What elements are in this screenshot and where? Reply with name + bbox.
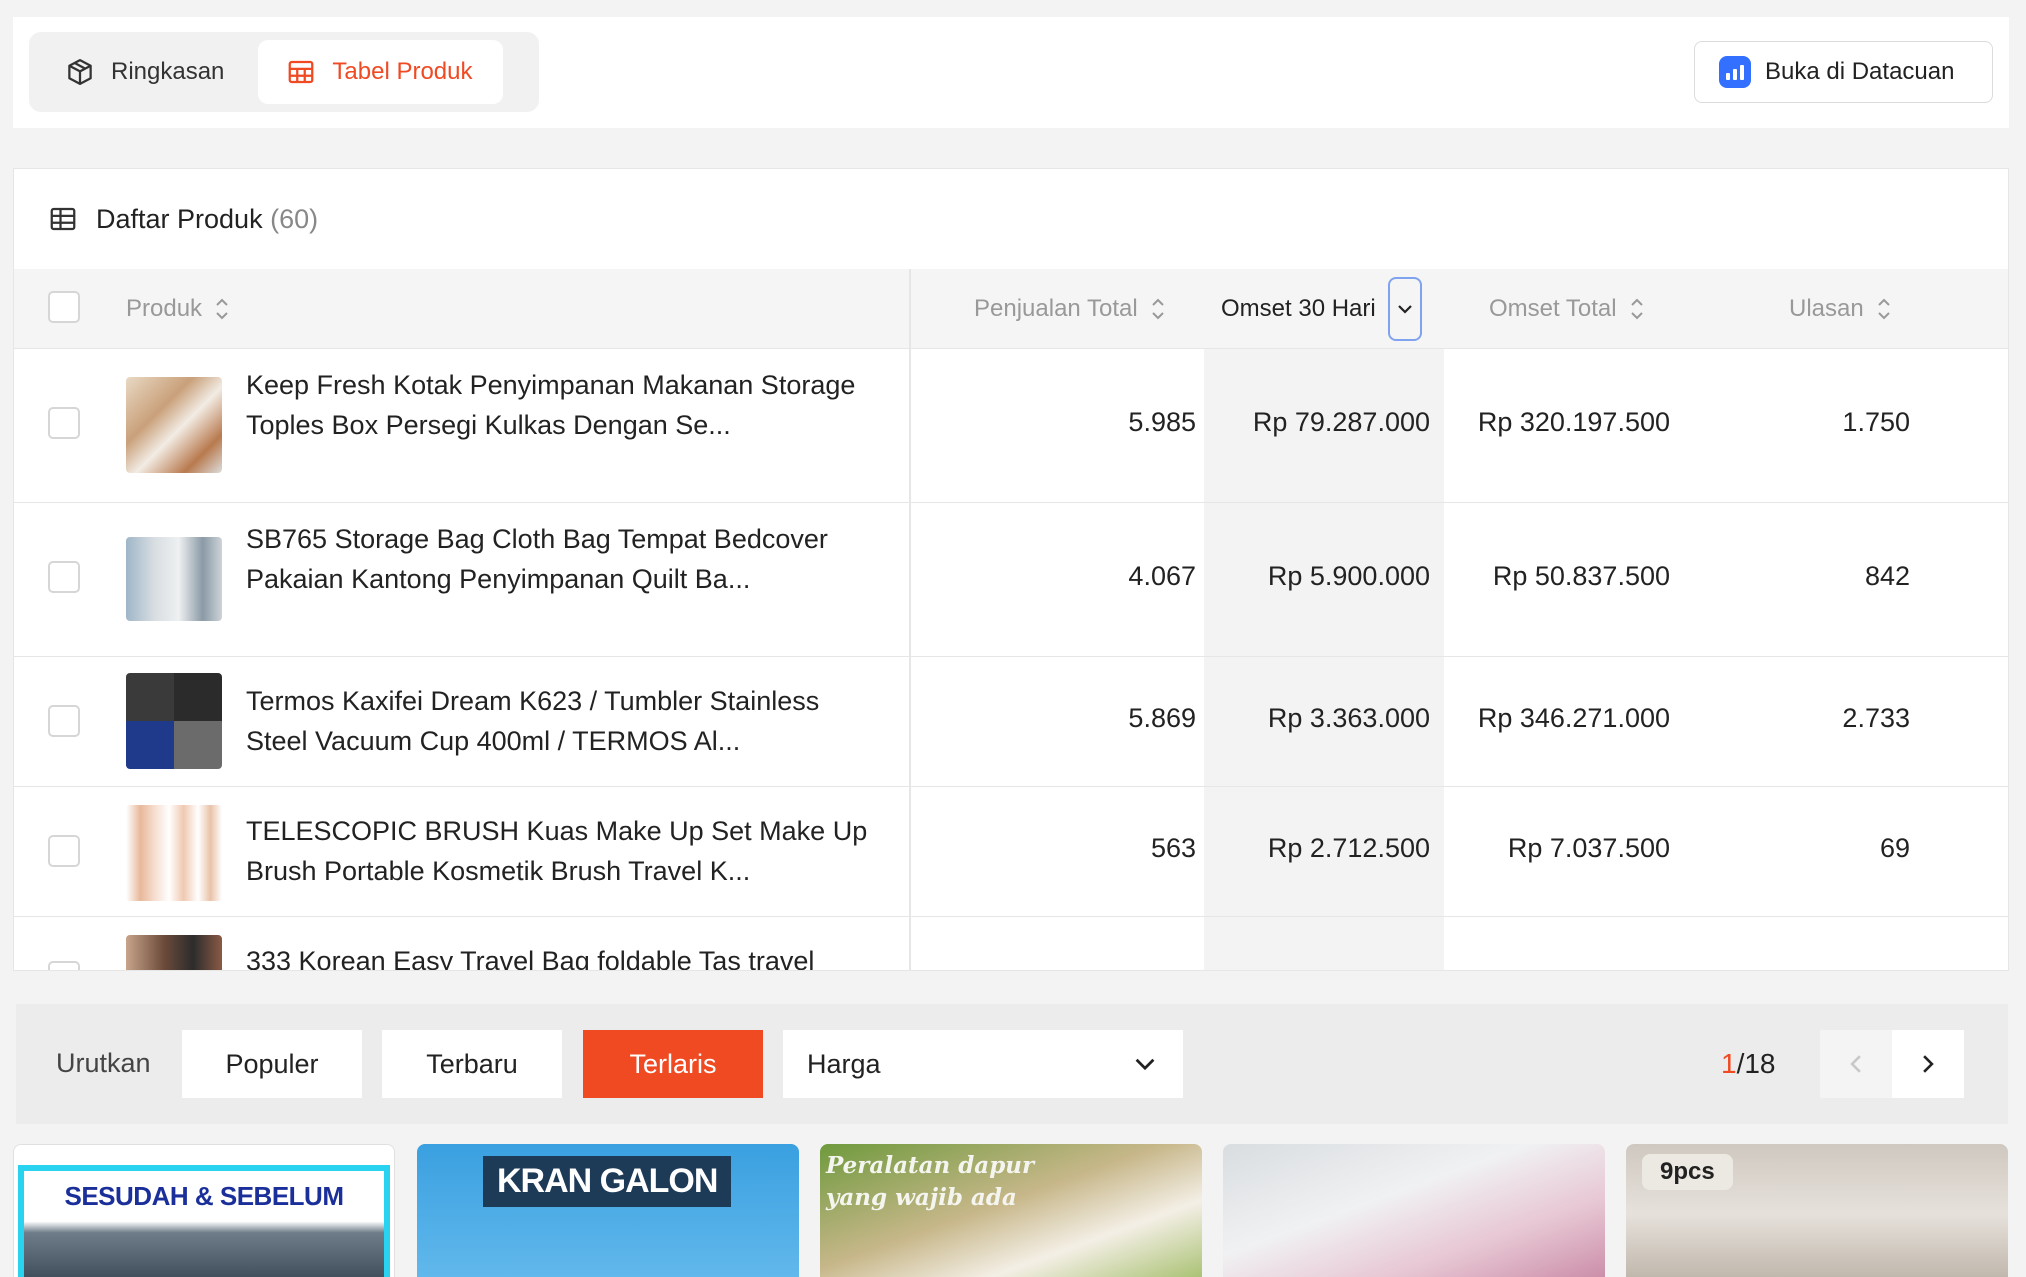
table-row[interactable]: Keep Fresh Kotak Penyimpanan Makanan Sto… (14, 349, 2008, 503)
card-caption: Peralatan dapur yang wajib ada (826, 1152, 1035, 1211)
price-sort-label: Harga (807, 1048, 881, 1079)
reviews-value: 842 (1864, 561, 1910, 591)
product-name[interactable]: Keep Fresh Kotak Penyimpanan Makanan Sto… (246, 365, 886, 445)
sort-populer-button[interactable]: Populer (182, 1030, 362, 1098)
product-table-panel: Daftar Produk (60) Produk Penjualan Tota… (13, 168, 2009, 971)
card-caption: 9pcs (1642, 1154, 1733, 1190)
total-sales-value: 4.067 (1128, 561, 1196, 591)
sort-icon (1627, 294, 1647, 324)
card-caption: KRAN GALON (483, 1156, 732, 1207)
revenue-30d-value: Rp 5.900.000 (1267, 561, 1430, 591)
product-card[interactable]: SESUDAH & SEBELUM (13, 1144, 395, 1277)
chevron-left-icon (1850, 1055, 1861, 1073)
sort-icon (212, 294, 232, 324)
product-card[interactable]: KRAN GALON (417, 1144, 799, 1277)
total-pages: /18 (1736, 1048, 1776, 1079)
row-checkbox[interactable] (48, 705, 80, 737)
total-sales-value: 5.869 (1128, 703, 1196, 733)
page-indicator: 1/18 (1721, 1048, 1776, 1080)
tab-ringkasan[interactable]: Ringkasan (37, 40, 254, 104)
total-revenue-value: Rp 346.271.000 (1477, 703, 1670, 733)
select-all-checkbox[interactable] (48, 291, 80, 323)
col-omset-30-hari-label: Omset 30 Hari (1221, 295, 1376, 322)
product-card[interactable] (1223, 1144, 1605, 1277)
col-penjualan-total[interactable]: Penjualan Total (974, 269, 1168, 349)
chevron-down-icon (1135, 1058, 1155, 1071)
col-omset-total[interactable]: Omset Total (1489, 269, 1647, 349)
product-thumbnail[interactable] (126, 805, 222, 901)
reviews-value: 69 (1879, 833, 1910, 863)
col-ulasan[interactable]: Ulasan (1789, 269, 1894, 349)
chevron-down-icon (1397, 305, 1412, 314)
revenue-30d-value: Rp 79.287.000 (1252, 407, 1430, 437)
total-revenue-value: Rp 7.037.500 (1507, 833, 1670, 863)
sort-icon (1148, 294, 1168, 324)
table-row[interactable]: SB765 Storage Bag Cloth Bag Tempat Bedco… (14, 503, 2008, 657)
product-thumbnail[interactable] (126, 673, 222, 769)
reviews-value: 2.733 (1842, 703, 1910, 733)
col-produk[interactable]: Produk (126, 269, 232, 349)
view-switcher: Ringkasan Tabel Produk (29, 32, 539, 112)
table-row[interactable]: TELESCOPIC BRUSH Kuas Make Up Set Make U… (14, 787, 2008, 917)
table-header: Produk Penjualan Total Omset 30 Hari Oms… (14, 269, 2008, 349)
sort-desc-button[interactable] (1387, 277, 1422, 341)
row-checkbox[interactable] (48, 835, 80, 867)
row-checkbox[interactable] (48, 561, 80, 593)
row-checkbox[interactable] (48, 407, 80, 439)
sort-bar: Urutkan Populer Terbaru Terlaris Harga 1… (16, 1004, 2008, 1124)
open-datacuan-button[interactable]: Buka di Datacuan (1694, 41, 1993, 103)
product-name[interactable]: SB765 Storage Bag Cloth Bag Tempat Bedco… (246, 519, 886, 599)
revenue-30d-value: Rp 3.363.000 (1267, 703, 1430, 733)
current-page: 1 (1721, 1048, 1737, 1079)
product-thumbnail[interactable] (126, 377, 222, 473)
package-icon (68, 59, 92, 85)
top-bar: Ringkasan Tabel Produk Buka di Datacuan (13, 17, 2009, 128)
product-name[interactable]: 333 Korean Easy Travel Bag foldable Tas … (246, 941, 886, 970)
col-omset-30-hari[interactable]: Omset 30 Hari (1221, 269, 1422, 349)
product-card[interactable]: Peralatan dapur yang wajib ada (820, 1144, 1202, 1277)
tab-ringkasan-label: Ringkasan (111, 58, 225, 85)
table-row[interactable]: 333 Korean Easy Travel Bag foldable Tas … (14, 917, 2008, 970)
product-thumbnail[interactable] (126, 537, 222, 621)
sort-label: Urutkan (56, 1048, 151, 1078)
grid-icon (50, 207, 76, 231)
total-sales-value: 563 (1150, 833, 1196, 863)
price-sort-select[interactable]: Harga (783, 1030, 1183, 1098)
total-revenue-value: Rp 320.197.500 (1477, 407, 1670, 437)
card-caption: SESUDAH & SEBELUM (64, 1181, 344, 1211)
tab-tabel-produk[interactable]: Tabel Produk (258, 40, 503, 104)
table-icon (289, 60, 314, 84)
prev-page-button[interactable] (1820, 1030, 1892, 1098)
sort-icon (1874, 294, 1894, 324)
col-produk-label: Produk (126, 295, 203, 322)
revenue-30d-value: Rp 2.712.500 (1267, 833, 1430, 863)
product-card[interactable]: 9pcs (1626, 1144, 2008, 1277)
product-name[interactable]: Termos Kaxifei Dream K623 / Tumbler Stai… (246, 681, 886, 761)
tab-tabel-produk-label: Tabel Produk (332, 58, 473, 85)
product-count: (60) (270, 203, 319, 234)
product-name[interactable]: TELESCOPIC BRUSH Kuas Make Up Set Make U… (246, 811, 886, 891)
sort-terbaru-button[interactable]: Terbaru (382, 1030, 562, 1098)
panel-title: Daftar Produk (96, 203, 263, 234)
col-omset-total-label: Omset Total (1489, 295, 1617, 322)
col-ulasan-label: Ulasan (1789, 295, 1864, 322)
reviews-value: 1.750 (1842, 407, 1910, 437)
total-revenue-value: Rp 50.837.500 (1492, 561, 1670, 591)
bar-chart-icon (1719, 56, 1751, 88)
row-checkbox[interactable] (48, 961, 80, 970)
col-penjualan-total-label: Penjualan Total (974, 295, 1138, 322)
chevron-right-icon (1923, 1055, 1934, 1073)
table-row[interactable]: Termos Kaxifei Dream K623 / Tumbler Stai… (14, 657, 2008, 787)
sort-terlaris-button[interactable]: Terlaris (583, 1030, 763, 1098)
panel-header: Daftar Produk (60) (14, 169, 2008, 269)
open-datacuan-label: Buka di Datacuan (1765, 58, 1955, 85)
product-thumbnail[interactable] (126, 935, 222, 970)
total-sales-value: 5.985 (1128, 407, 1196, 437)
next-page-button[interactable] (1892, 1030, 1964, 1098)
